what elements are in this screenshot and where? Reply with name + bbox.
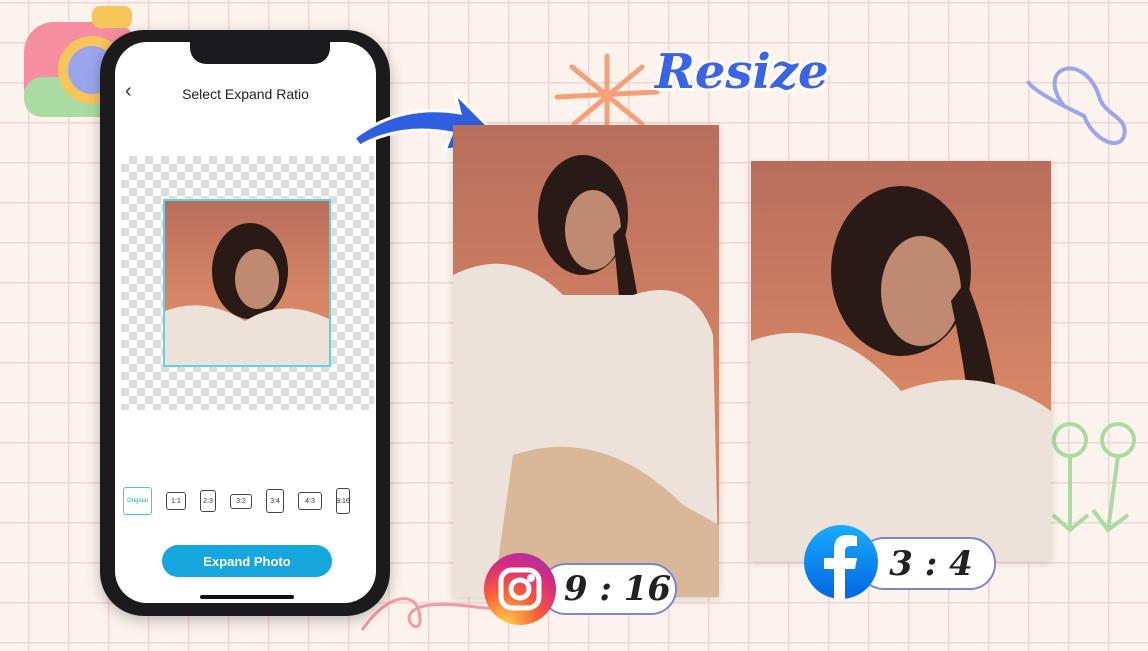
headline: Resize (655, 44, 829, 100)
ratio-1-1[interactable]: 1:1 (166, 492, 186, 510)
facebook-icon (804, 525, 878, 599)
photo-3-4 (751, 161, 1051, 561)
butterfly-icon (1024, 56, 1134, 156)
expand-photo-button[interactable]: Expand Photo (162, 545, 332, 577)
home-indicator (200, 595, 294, 599)
ratio-label: 9 : 16 (563, 569, 672, 609)
ratio-3-2[interactable]: 3:2 (230, 493, 252, 509)
ratio-9-16[interactable]: 9:16 (336, 488, 350, 514)
instagram-icon (484, 553, 556, 625)
ratio-options: Original 1:1 2:3 3:2 3:4 4:3 9:16 (123, 487, 376, 515)
phone-notch (190, 42, 330, 64)
preview-photo[interactable] (163, 199, 331, 367)
photo-9-16 (453, 125, 719, 597)
ratio-2-3[interactable]: 2:3 (200, 490, 216, 512)
ratio-label: 3 : 4 (889, 543, 973, 584)
phone-mockup: ‹ Select Expand Ratio Original 1:1 2:3 3… (100, 30, 390, 616)
phone-screen: ‹ Select Expand Ratio Original 1:1 2:3 3… (115, 42, 376, 603)
ratio-4-3[interactable]: 4:3 (298, 492, 322, 510)
ratio-3-4[interactable]: 3:4 (266, 489, 284, 513)
ratio-badge-9-16: 9 : 16 (540, 563, 677, 615)
screen-title: Select Expand Ratio (182, 86, 309, 102)
ratio-original[interactable]: Original (123, 487, 152, 515)
flower-doodle-icon (1048, 420, 1143, 545)
ratio-badge-3-4: 3 : 4 (858, 537, 996, 590)
